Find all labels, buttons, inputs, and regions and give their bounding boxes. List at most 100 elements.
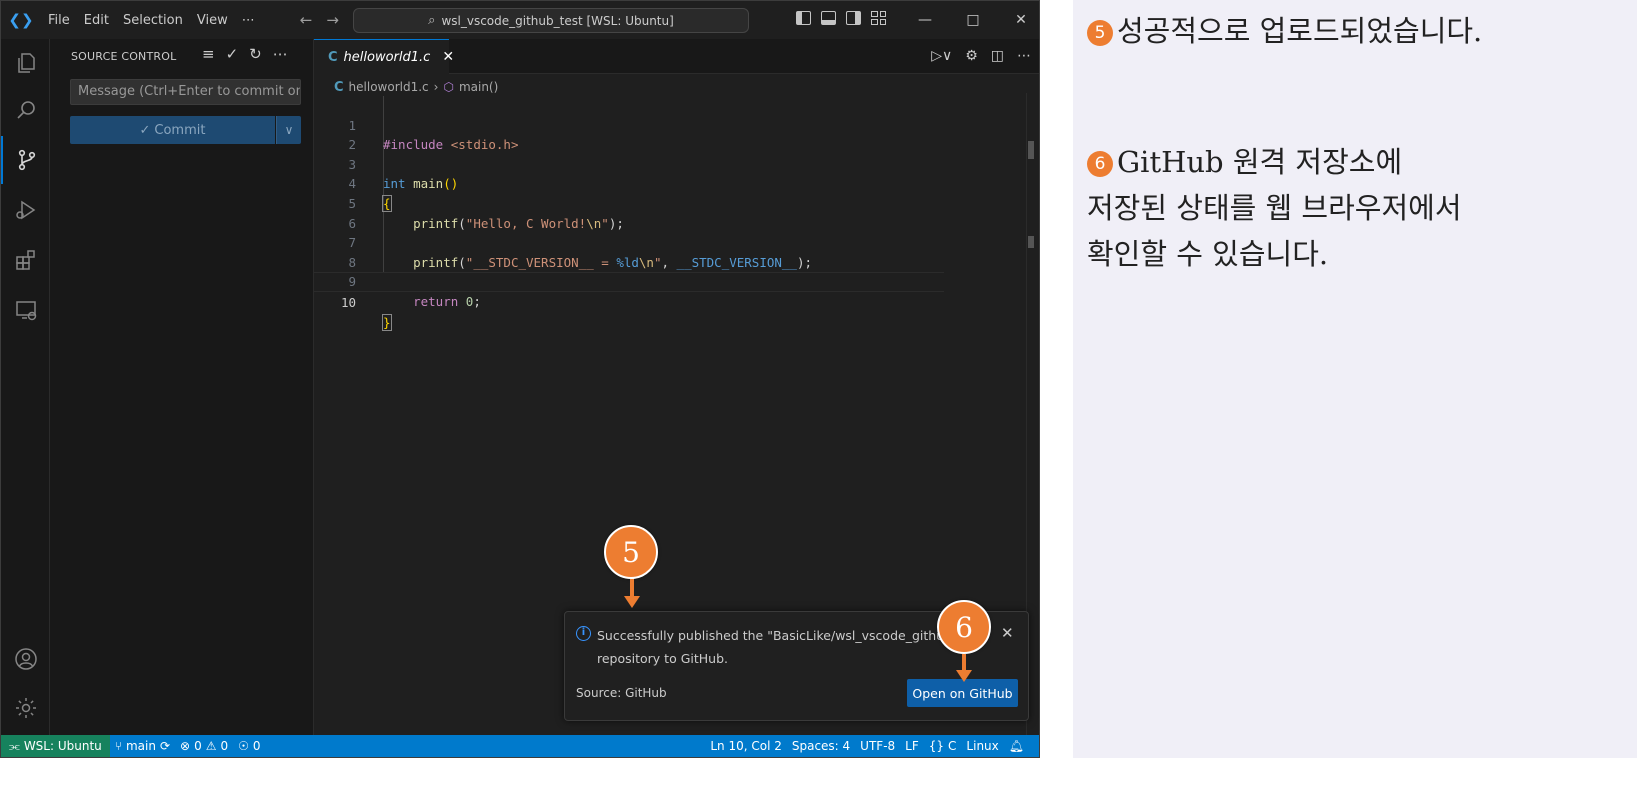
menu-selection[interactable]: Selection <box>116 13 190 28</box>
editor-actions: ▷∨ ⚙ ◫ ⋯ <box>931 48 1031 64</box>
open-on-github-button[interactable]: Open on GitHub <box>907 679 1018 707</box>
platform[interactable]: Linux <box>961 739 1003 753</box>
warning-count: 0 <box>220 739 229 753</box>
branch-item[interactable]: ⑂ main ⟳ <box>110 739 175 753</box>
c-file-icon: C <box>334 79 344 95</box>
language-label: C <box>948 739 957 753</box>
menu-bar: File Edit Selection View ⋯ <box>41 13 262 28</box>
cursor-position[interactable]: Ln 10, Col 2 <box>705 739 787 753</box>
callout-marker-6: 6 <box>937 600 991 654</box>
editor-more-icon[interactable]: ⋯ <box>1017 48 1031 64</box>
accounts-icon[interactable] <box>1 635 50 683</box>
toggle-panel-icon[interactable] <box>821 11 836 25</box>
code-editor[interactable]: 1 #include <stdio.h> 2 3 int main() 4 { … <box>314 96 954 331</box>
code-line: 5 printf("Hello, C World!\n"); <box>314 174 954 231</box>
warning-icon: ⚠ <box>205 739 217 753</box>
forward-arrow-icon[interactable]: → <box>326 11 339 29</box>
scrollbar-marker <box>1028 236 1034 248</box>
settings-gear-icon[interactable] <box>1 684 50 732</box>
commit-label: Commit <box>154 122 206 138</box>
commit-button[interactable]: ✓ Commit <box>70 116 275 144</box>
source-control-panel: SOURCE CONTROL ≡ ✓ ↻ ⋯ Message (Ctrl+Ent… <box>50 39 314 735</box>
minimize-icon[interactable]: — <box>901 1 949 39</box>
line-number: 10 <box>340 294 356 310</box>
editor-settings-gear-icon[interactable]: ⚙ <box>965 48 978 64</box>
tab-bar: C helloworld1.c ✕ ▷∨ ⚙ ◫ ⋯ <box>314 39 1039 74</box>
refresh-icon[interactable]: ↻ <box>249 45 262 63</box>
maximize-icon[interactable]: □ <box>949 1 997 39</box>
close-window-icon[interactable]: ✕ <box>997 1 1039 39</box>
panel-actions: ≡ ✓ ↻ ⋯ <box>202 45 288 63</box>
remote-label: WSL: Ubuntu <box>23 739 102 753</box>
menu-more[interactable]: ⋯ <box>235 13 262 28</box>
code-line: 7 printf("__STDC_VERSION__ = %ld\n", __S… <box>314 214 954 270</box>
toggle-secondary-sidebar-icon[interactable] <box>846 11 861 25</box>
code-line: 6 <box>314 194 954 231</box>
info-icon: i <box>576 626 591 641</box>
vscode-logo-icon: ❮❯ <box>8 11 34 29</box>
menu-file[interactable]: File <box>41 13 77 28</box>
sync-icon[interactable]: ⟳ <box>160 739 170 753</box>
code-line-current: 10 } <box>314 272 944 331</box>
notification-source: Source: GitHub <box>576 686 667 700</box>
tab-label: helloworld1.c <box>343 49 431 65</box>
search-icon: ⌕ <box>428 13 436 28</box>
back-arrow-icon[interactable]: ← <box>300 11 313 29</box>
breadcrumb-symbol[interactable]: main() <box>459 80 498 94</box>
indentation[interactable]: Spaces: 4 <box>787 739 855 753</box>
notification-message: Successfully published the "BasicLike/ws… <box>597 624 977 670</box>
commit-dropdown-chevron-icon[interactable]: ∨ <box>276 116 301 144</box>
status-right: Ln 10, Col 2 Spaces: 4 UTF-8 LF {} C Lin… <box>705 735 1029 757</box>
close-tab-icon[interactable]: ✕ <box>442 49 454 65</box>
note-6-number: 6 <box>1087 151 1113 177</box>
encoding[interactable]: UTF-8 <box>855 739 900 753</box>
more-actions-icon[interactable]: ⋯ <box>273 45 288 63</box>
problems-item[interactable]: ⊗ 0 ⚠ 0 <box>175 739 233 753</box>
customize-layout-icon[interactable] <box>871 11 886 25</box>
callout-arrow-5 <box>630 579 634 597</box>
breadcrumb-file[interactable]: helloworld1.c <box>349 80 429 94</box>
language-mode[interactable]: {} C <box>924 739 962 753</box>
split-editor-icon[interactable]: ◫ <box>991 48 1004 64</box>
activity-bar <box>1 39 50 735</box>
window-controls: — □ ✕ <box>901 1 1039 39</box>
extensions-icon[interactable] <box>1 236 50 284</box>
note-6-line-2: 저장된 상태를 웹 브라우저에서 <box>1087 191 1462 225</box>
explorer-icon[interactable] <box>1 39 50 87</box>
error-icon: ⊗ <box>180 739 191 753</box>
code-line: 9 return 0; <box>314 253 954 309</box>
ports-item[interactable]: ☉ 0 <box>233 739 265 753</box>
tab-helloworld1[interactable]: C helloworld1.c ✕ <box>314 39 454 74</box>
source-control-icon[interactable] <box>1 136 50 184</box>
note-6: 6 GitHub 원격 저장소에 저장된 상태를 웹 브라우저에서 확인할 수 있… <box>1087 139 1462 277</box>
commit-check-icon[interactable]: ✓ <box>226 45 239 63</box>
run-file-icon[interactable]: ▷∨ <box>931 48 952 64</box>
search-view-icon[interactable] <box>1 87 50 135</box>
close-notification-icon[interactable]: ✕ <box>1001 624 1014 642</box>
branch-label: main <box>125 739 156 753</box>
c-file-icon: C <box>328 49 338 65</box>
end-of-line[interactable]: LF <box>900 739 924 753</box>
commit-message-input[interactable]: Message (Ctrl+Enter to commit on... <box>70 79 301 105</box>
vscode-window: ❮❯ File Edit Selection View ⋯ ← → ⌕ wsl_… <box>0 0 1040 758</box>
screenshot: ❮❯ File Edit Selection View ⋯ ← → ⌕ wsl_… <box>0 0 1637 791</box>
command-center-search[interactable]: ⌕ wsl_vscode_github_test [WSL: Ubuntu] <box>353 8 749 33</box>
view-as-list-icon[interactable]: ≡ <box>202 45 215 63</box>
menu-view[interactable]: View <box>190 13 235 28</box>
title-bar: ❮❯ File Edit Selection View ⋯ ← → ⌕ wsl_… <box>1 1 1039 39</box>
code-line: 3 int main() <box>314 135 954 192</box>
notifications-bell-icon[interactable]: 🔔︎ <box>1004 739 1029 753</box>
branch-icon: ⑂ <box>114 739 122 753</box>
menu-edit[interactable]: Edit <box>77 13 116 28</box>
toggle-primary-sidebar-icon[interactable] <box>796 11 811 25</box>
code-line: 8 <box>314 233 954 270</box>
scrollbar-thumb[interactable] <box>1028 141 1034 159</box>
remote-indicator[interactable]: ⫘ WSL: Ubuntu <box>1 735 110 757</box>
error-count: 0 <box>194 739 202 753</box>
layout-controls <box>796 11 886 25</box>
run-debug-icon[interactable] <box>1 186 50 234</box>
braces-icon: {} <box>928 739 945 753</box>
remote-explorer-icon[interactable] <box>1 286 50 334</box>
search-text: wsl_vscode_github_test [WSL: Ubuntu] <box>441 13 674 28</box>
callout-arrowhead-5 <box>624 596 640 608</box>
